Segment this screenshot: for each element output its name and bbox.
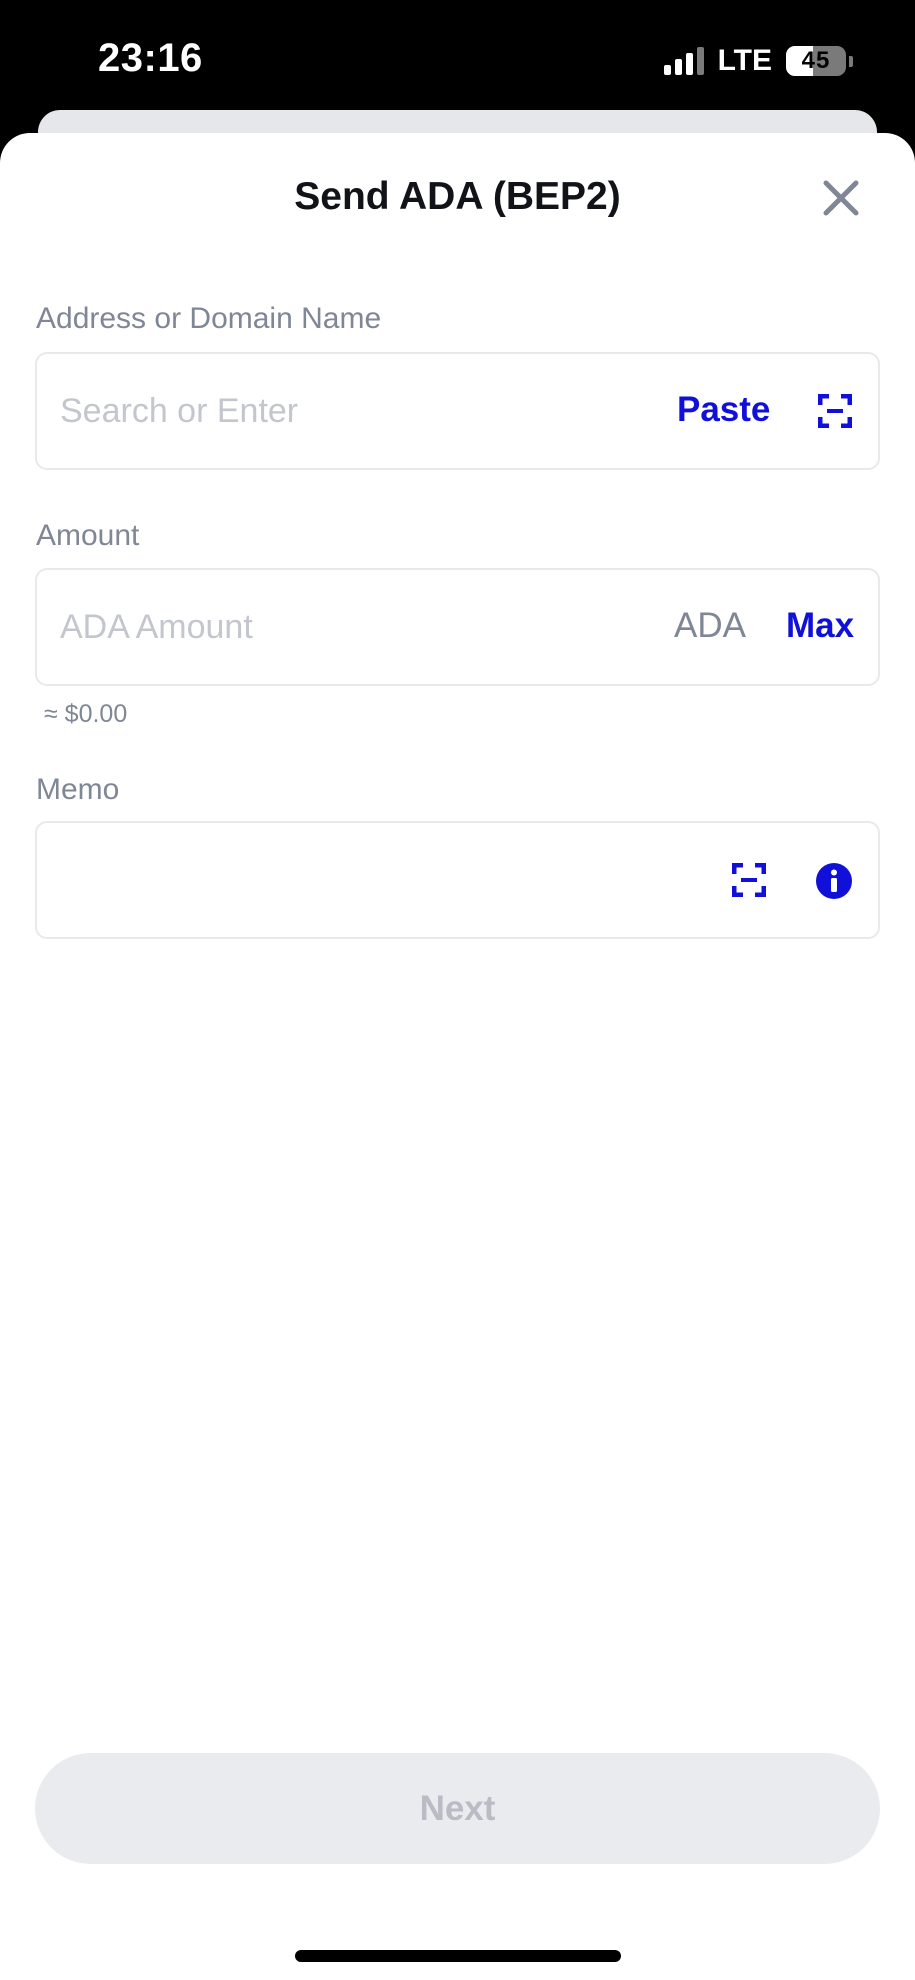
signal-strength-icon (663, 47, 704, 75)
memo-input[interactable] (35, 821, 880, 939)
info-icon[interactable] (815, 862, 853, 900)
next-button[interactable]: Next (35, 1753, 880, 1864)
address-input[interactable]: Search or Enter Paste (35, 352, 880, 470)
home-indicator (295, 1950, 621, 1962)
status-bar: 23:16 LTE 45 (0, 0, 915, 120)
max-button[interactable]: Max (786, 606, 854, 646)
sheet-title: Send ADA (BEP2) (294, 175, 621, 218)
qr-scan-icon[interactable] (732, 863, 766, 897)
close-button[interactable] (819, 176, 863, 220)
qr-scan-icon[interactable] (818, 394, 852, 428)
battery-level: 45 (801, 47, 831, 74)
fiat-value: ≈ $0.00 (44, 700, 128, 728)
status-indicators: LTE 45 (663, 44, 853, 78)
amount-placeholder: ADA Amount (60, 608, 253, 646)
amount-unit: ADA (674, 606, 746, 645)
close-icon (823, 180, 859, 216)
battery-icon: 45 (786, 46, 846, 76)
battery-cap (849, 55, 853, 67)
address-placeholder: Search or Enter (60, 392, 299, 430)
paste-button[interactable]: Paste (677, 390, 770, 430)
address-label: Address or Domain Name (36, 302, 382, 335)
network-type: LTE (717, 44, 772, 77)
amount-input[interactable]: ADA Amount ADA Max (35, 568, 880, 686)
status-time: 23:16 (98, 36, 203, 80)
memo-label: Memo (36, 773, 120, 806)
send-sheet: Send ADA (BEP2) Address or Domain Name S… (0, 133, 915, 1980)
amount-label: Amount (36, 519, 140, 552)
